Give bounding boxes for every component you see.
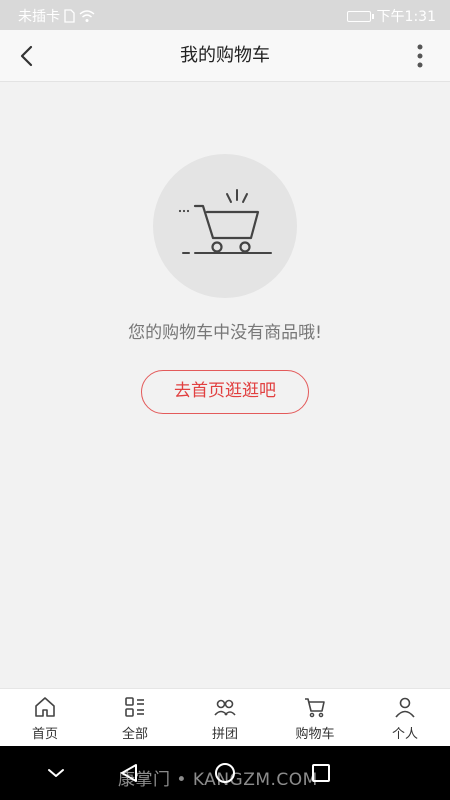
hide-nav-chevron-icon[interactable]	[44, 761, 68, 785]
tab-label: 拼团	[211, 727, 238, 742]
wifi-icon	[79, 10, 95, 22]
category-list-icon	[125, 697, 144, 717]
empty-cart-message: 您的购物车中没有商品哦!	[128, 323, 322, 343]
more-vertical-icon	[417, 44, 423, 68]
carrier-text: 未插卡	[18, 9, 60, 25]
group-users-icon	[214, 699, 236, 716]
back-button[interactable]	[8, 38, 44, 74]
watermark: 康掌门 • KANGZM.COM	[118, 770, 318, 790]
go-home-button[interactable]: 去首页逛逛吧	[141, 370, 309, 414]
header: 我的购物车	[0, 30, 450, 82]
status-left: 未插卡	[18, 6, 95, 26]
status-time: 下午1:31	[376, 9, 436, 25]
tab-home[interactable]: 首页	[0, 689, 90, 746]
status-right: 下午1:31	[346, 6, 436, 26]
tab-cart[interactable]: 购物车	[270, 689, 360, 746]
tab-profile[interactable]: 个人	[360, 689, 450, 746]
cart-icon	[305, 698, 325, 718]
tab-label: 个人	[391, 727, 418, 742]
empty-cart-illustration	[153, 154, 297, 298]
empty-cart-icon	[178, 189, 272, 254]
page-title: 我的购物车	[180, 45, 270, 66]
more-button[interactable]	[408, 40, 432, 72]
tab-all[interactable]: 全部	[90, 689, 180, 746]
sim-card-icon	[64, 9, 75, 23]
tab-label: 购物车	[295, 727, 335, 742]
battery-icon	[346, 10, 374, 22]
status-bar: 未插卡 下午1:31	[0, 0, 450, 30]
tab-label: 首页	[31, 727, 58, 742]
back-arrow-icon	[20, 45, 33, 67]
tab-label: 全部	[121, 727, 148, 742]
bottom-tab-bar: 首页 全部 拼团 购物车 个人	[0, 688, 450, 746]
home-icon	[35, 697, 55, 717]
tab-group-buy[interactable]: 拼团	[180, 689, 270, 746]
person-icon	[395, 697, 415, 718]
